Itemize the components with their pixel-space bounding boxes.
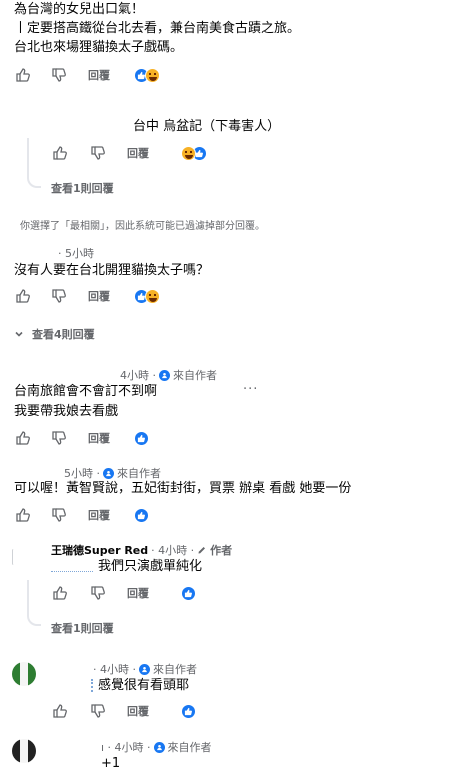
thumb-down-icon[interactable] <box>50 506 68 524</box>
comment-time: 4小時 · <box>120 369 156 382</box>
author-badge-icon <box>153 741 165 753</box>
comment-meta: 4小時 · 來自作者 <box>120 367 217 383</box>
like-reaction-icon <box>134 507 149 523</box>
thread-curve <box>27 612 41 626</box>
comment-actions: 回覆 <box>51 701 196 721</box>
comment-text-line-1: 台南旅館會不會訂不到啊 <box>14 384 158 399</box>
post-text-line-1: 為台灣的女兒出口氣！ <box>14 2 145 17</box>
comment-time: · 4小時 · <box>93 663 136 676</box>
reply-button[interactable]: 回覆 <box>88 288 110 304</box>
author-label: 來自作者 <box>153 663 197 676</box>
comment-text: +1 <box>101 756 121 770</box>
author-badge-icon <box>103 467 114 479</box>
thumb-down-icon[interactable] <box>89 144 107 162</box>
haha-reaction-icon <box>145 67 160 83</box>
view-replies-link[interactable]: 查看1則回覆 <box>51 180 114 196</box>
comment-meta: ı · 4小時 · 來自作者 <box>101 739 212 755</box>
thread-line <box>27 138 29 178</box>
reaction-summary[interactable] <box>134 507 149 523</box>
avatar[interactable] <box>12 549 15 565</box>
thumb-down-icon[interactable] <box>89 584 107 602</box>
reaction-summary[interactable] <box>181 703 196 719</box>
post-text-line-2: 丨定要搭高鐵從台北去看，兼台南美食古蹟之旅。 <box>14 21 301 36</box>
mention-link[interactable] <box>51 561 93 572</box>
reply-button[interactable]: 回覆 <box>127 703 149 719</box>
thumb-up-icon[interactable] <box>14 506 32 524</box>
comment-actions: 回覆 <box>14 505 149 525</box>
thumb-down-icon[interactable] <box>50 287 68 305</box>
comment-header: 王瑞德Super Red · 4小時 · 作者 <box>51 542 232 558</box>
haha-reaction-icon <box>145 288 160 304</box>
thumb-up-icon[interactable] <box>14 66 32 84</box>
like-reaction-icon <box>181 585 196 601</box>
comment-actions: 回覆 <box>51 583 196 603</box>
post-actions: 回覆 <box>14 65 160 85</box>
reply-text: 台中 烏盆記（下毒害人） <box>133 119 281 134</box>
thread-line <box>27 580 29 615</box>
reply-button[interactable]: 回覆 <box>88 430 110 446</box>
chevron-down-icon <box>15 331 23 337</box>
view-replies-link[interactable]: 查看1則回覆 <box>51 620 114 636</box>
comment-time: · 4小時 · <box>151 544 195 557</box>
avatar[interactable] <box>12 662 36 686</box>
author-label: 來自作者 <box>167 741 212 754</box>
reply-button[interactable]: 回覆 <box>127 145 149 161</box>
thumb-up-icon[interactable] <box>51 144 69 162</box>
comment-actions: 回覆 <box>14 286 160 306</box>
reply-button[interactable]: 回覆 <box>127 585 149 601</box>
thumb-up-icon[interactable] <box>14 287 32 305</box>
pencil-icon <box>198 547 206 554</box>
view-more-replies[interactable]: 查看4則回覆 <box>14 326 95 342</box>
comment-meta: · 4小時 · 來自作者 <box>93 661 197 677</box>
reply-button[interactable]: 回覆 <box>88 507 110 523</box>
reaction-summary[interactable] <box>134 288 160 304</box>
reply-actions: 回覆 <box>51 143 207 163</box>
post-text-line-3: 台北也來場狸貓換太子戲碼。 <box>14 40 184 55</box>
like-reaction-icon <box>134 430 149 446</box>
comment-actions: 回覆 <box>14 428 149 448</box>
comment-time: · 5小時 <box>58 247 94 260</box>
view-replies-label: 查看4則回覆 <box>32 328 95 341</box>
author-label: 作者 <box>210 544 233 557</box>
author-badge-icon <box>139 663 150 675</box>
avatar[interactable] <box>12 739 36 763</box>
author-label: 來自作者 <box>173 369 217 382</box>
thumb-up-icon[interactable] <box>51 702 69 720</box>
comment-time: ı · 4小時 · <box>101 741 151 754</box>
thumb-down-icon[interactable] <box>89 702 107 720</box>
comment-text-line-2: 我要帶我娘去看戲 <box>14 404 119 419</box>
thumb-down-icon[interactable] <box>50 66 68 84</box>
author-badge-icon <box>159 369 170 381</box>
comment-text: 可以喔！黃智賢說，五妃街封街，買票 辦桌 看戲 她要一份 <box>14 481 352 496</box>
thread-curve <box>27 174 41 188</box>
comment-meta: · 5小時 <box>58 245 94 261</box>
haha-reaction-icon <box>181 145 196 161</box>
comment-text: 感覺很有看頭耶 <box>98 678 190 693</box>
mention-link[interactable] <box>91 679 93 692</box>
reaction-summary[interactable] <box>181 145 207 161</box>
comment-text: 我們只演戲單純化 <box>98 559 203 574</box>
reaction-summary[interactable] <box>134 67 160 83</box>
reaction-summary[interactable] <box>134 430 149 446</box>
like-reaction-icon <box>181 703 196 719</box>
author-name[interactable]: 王瑞德Super Red <box>51 542 148 558</box>
reaction-summary[interactable] <box>181 585 196 601</box>
filter-notice: 你選擇了「最相關」，因此系統可能已過濾掉部分回覆。 <box>20 221 265 232</box>
thumb-down-icon[interactable] <box>50 429 68 447</box>
comment-text: 沒有人要在台北開狸貓換太子嗎？ <box>14 263 210 278</box>
thumb-up-icon[interactable] <box>51 584 69 602</box>
reply-button[interactable]: 回覆 <box>88 67 110 83</box>
thumb-up-icon[interactable] <box>14 429 32 447</box>
more-options-icon[interactable]: ··· <box>243 382 258 397</box>
